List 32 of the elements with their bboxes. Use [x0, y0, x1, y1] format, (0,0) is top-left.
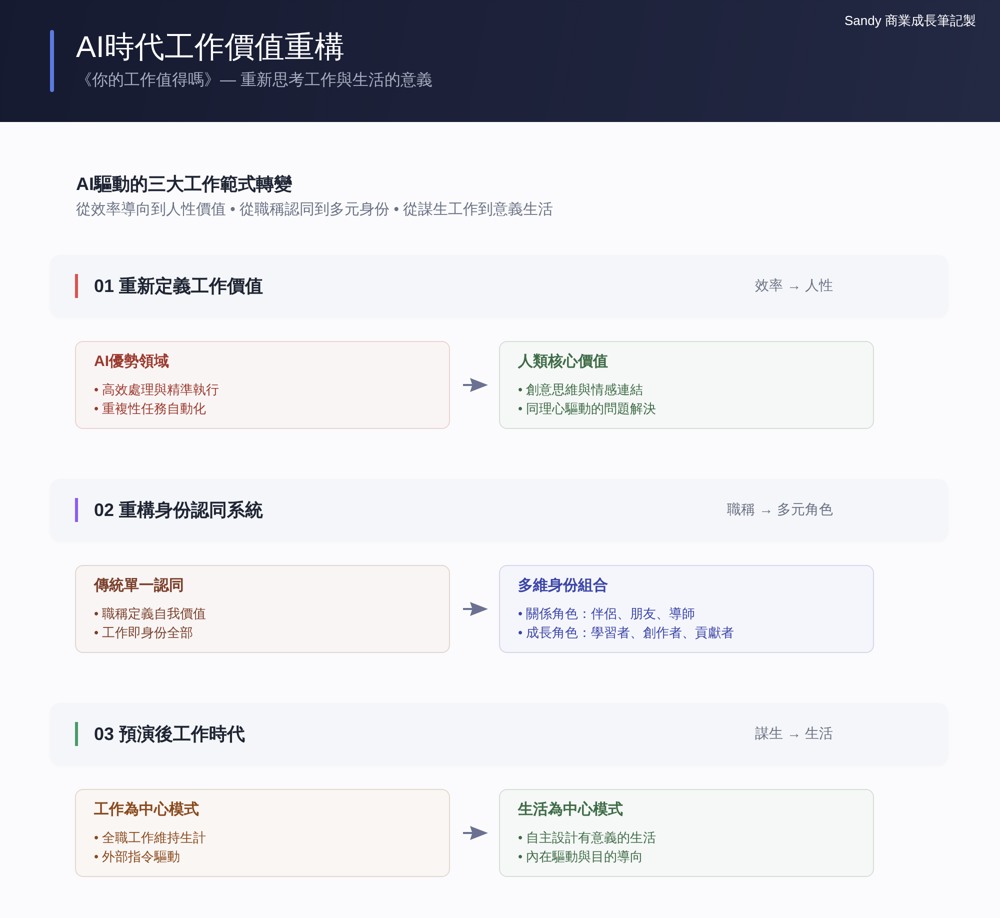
arrow-icon	[463, 602, 488, 616]
author-credit: Sandy 商業成長筆記製	[844, 12, 976, 30]
section-title: 03 預演後工作時代	[94, 723, 246, 746]
shift-label: 效率 → 人性	[755, 277, 833, 295]
card-title: 多維身份組合	[518, 576, 609, 596]
page-subtitle: 《你的工作值得嗎》— 重新思考工作與生活的意義	[76, 71, 432, 91]
card-item: • 職稱定義自我價值	[94, 605, 208, 623]
card-item: • 同理心驅動的問題解決	[518, 400, 658, 418]
shift-label: 職稱 → 多元角色	[727, 501, 833, 519]
card-title: 人類核心價值	[518, 352, 609, 372]
intro-summary: 從效率導向到人性價值 • 從職稱認同到多元身份 • 從謀生工作到意義生活	[76, 200, 554, 220]
card-item: • 創意思維與情感連結	[518, 381, 644, 399]
page-title: AI時代工作價值重構	[76, 30, 346, 66]
card-item: • 重複性任務自動化	[94, 400, 208, 418]
card-item: • 自主設計有意義的生活	[518, 829, 658, 847]
card-title: AI優勢領域	[94, 352, 170, 372]
card-item: • 內在驅動與目的導向	[518, 848, 644, 866]
card-item: • 高效處理與精準執行	[94, 381, 220, 399]
section-title: 01 重新定義工作價值	[94, 275, 264, 298]
card-title: 傳統單一認同	[94, 576, 185, 596]
shift-label: 謀生 → 生活	[755, 725, 833, 743]
card-item: • 外部指令驅動	[94, 848, 182, 866]
intro-heading: AI驅動的三大工作範式轉變	[76, 173, 294, 196]
arrow-icon	[463, 378, 488, 392]
section-title: 02 重構身份認同系統	[94, 499, 264, 522]
card-item: • 工作即身份全部	[94, 624, 194, 642]
card-item: • 關係角色：伴侶、朋友、導師	[518, 605, 696, 623]
card-item: • 全職工作維持生計	[94, 829, 208, 847]
card-item: • 成長角色：學習者、創作者、貢獻者	[518, 624, 736, 642]
card-title: 生活為中心模式	[518, 800, 624, 820]
arrow-icon	[463, 826, 488, 840]
card-title: 工作為中心模式	[94, 800, 200, 820]
